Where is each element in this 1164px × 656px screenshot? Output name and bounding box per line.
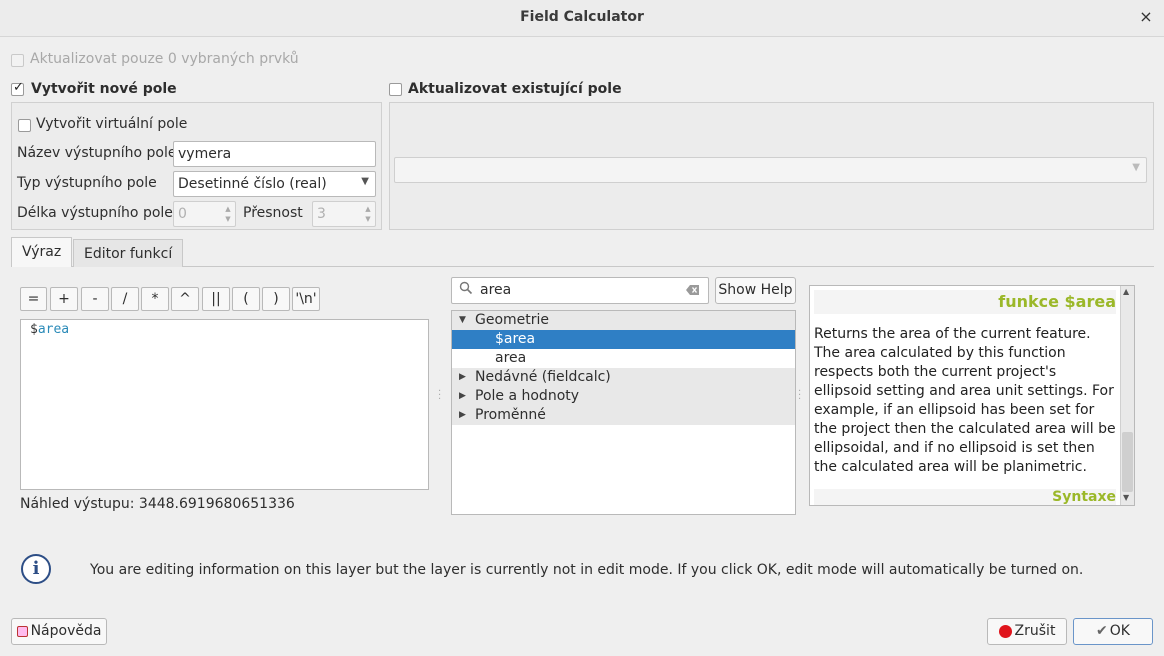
output-preview: Náhled výstupu: 3448.6919680651336 — [20, 496, 295, 512]
scroll-up-icon[interactable]: ▲ — [1123, 287, 1129, 296]
splitter-handle[interactable]: · · · — [798, 387, 801, 405]
operator-divide-button[interactable]: / — [111, 287, 139, 311]
spin-arrows-icon: ▲ ▼ — [365, 205, 371, 223]
tree-group-label: Nedávné (fieldcalc) — [475, 369, 611, 385]
info-icon: i — [21, 554, 51, 584]
output-length-label: Délka výstupního pole — [17, 205, 173, 221]
output-length-spinbox[interactable]: 0 ▲ ▼ — [173, 201, 236, 227]
help-syntax-label: Syntaxe — [1052, 489, 1116, 505]
scroll-down-icon[interactable]: ▼ — [1123, 493, 1129, 502]
virtual-field-checkbox[interactable] — [18, 119, 31, 132]
operator-concat-button[interactable]: || — [202, 287, 230, 311]
chevron-down-icon: ▼ — [361, 176, 369, 187]
operator-newline-button[interactable]: '\n' — [292, 287, 320, 311]
tree-group-geometry[interactable]: ▼ Geometrie — [452, 311, 795, 330]
help-book-icon — [16, 625, 28, 637]
tab-function-editor[interactable]: Editor funkcí — [73, 239, 184, 267]
tree-group-label: Geometrie — [475, 312, 550, 328]
operator-power-button[interactable]: ^ — [171, 287, 199, 311]
caret-right-icon: ▶ — [459, 372, 466, 382]
ok-button-label: OK — [1109, 623, 1130, 639]
create-new-field-checkbox[interactable]: ✓ — [11, 80, 24, 96]
checkmark-icon: ✓ — [13, 80, 24, 95]
existing-field-select[interactable]: ▼ — [394, 157, 1147, 183]
operator-open-paren-button[interactable]: ( — [232, 287, 260, 311]
operator-plus-button[interactable]: + — [50, 287, 78, 311]
caret-right-icon: ▶ — [459, 410, 466, 420]
update-existing-label: Aktualizovat existující pole — [408, 81, 622, 97]
tree-item-label: $area — [495, 331, 536, 347]
update-selected-checkbox[interactable] — [11, 54, 24, 67]
output-length-value: 0 — [178, 206, 187, 222]
precision-value: 3 — [317, 206, 326, 222]
operator-multiply-button[interactable]: * — [141, 287, 169, 311]
cancel-icon — [998, 624, 1012, 638]
help-title: funkce $area — [998, 292, 1116, 311]
caret-right-icon: ▶ — [459, 391, 466, 401]
function-search-input[interactable]: area — [451, 277, 709, 304]
splitter-handle[interactable]: · · · — [438, 387, 441, 405]
output-type-select[interactable]: Desetinné číslo (real) ▼ — [173, 171, 376, 197]
window-title: Field Calculator — [520, 9, 644, 25]
expression-prefix: $ — [30, 322, 38, 337]
virtual-field-label: Vytvořit virtuální pole — [36, 116, 188, 132]
tree-group-variables[interactable]: ▶ Proměnné — [452, 406, 795, 425]
help-button[interactable]: Nápověda — [11, 618, 107, 645]
output-type-label: Typ výstupního pole — [17, 175, 157, 191]
help-scrollbar[interactable]: ▲ ▼ — [1120, 286, 1134, 505]
create-new-field-label: Vytvořit nové pole — [31, 81, 177, 97]
cancel-button-label: Zrušit — [1014, 623, 1056, 639]
cancel-button[interactable]: Zrušit — [987, 618, 1067, 645]
tab-expression[interactable]: Výraz — [11, 237, 73, 267]
ok-button[interactable]: ✔ OK — [1073, 618, 1153, 645]
operator-minus-button[interactable]: - — [81, 287, 109, 311]
chevron-down-icon: ▼ — [1132, 162, 1140, 173]
tree-group-fields[interactable]: ▶ Pole a hodnoty — [452, 387, 795, 406]
operator-equals-button[interactable]: = — [20, 287, 47, 311]
clear-search-icon[interactable] — [686, 284, 700, 296]
expression-identifier: area — [37, 322, 70, 337]
output-name-label: Název výstupního pole — [17, 145, 177, 161]
output-name-input[interactable]: vymera — [173, 141, 376, 167]
tree-item[interactable]: area — [452, 349, 795, 368]
tree-group-label: Proměnné — [475, 407, 546, 423]
tree-group-recent[interactable]: ▶ Nedávné (fieldcalc) — [452, 368, 795, 387]
output-type-value: Desetinné číslo (real) — [178, 176, 327, 192]
tree-item-selected[interactable]: $area — [452, 330, 795, 349]
search-icon — [459, 281, 473, 295]
close-icon[interactable]: × — [1136, 7, 1156, 27]
tree-item-label: area — [495, 350, 527, 366]
ok-check-icon: ✔ — [1096, 623, 1108, 639]
update-selected-label: Aktualizovat pouze 0 vybraných prvků — [30, 51, 299, 67]
tree-group-label: Pole a hodnoty — [475, 388, 580, 404]
show-help-button[interactable]: Show Help — [715, 277, 796, 304]
search-value: area — [480, 282, 512, 298]
caret-down-icon: ▼ — [459, 315, 466, 325]
operator-close-paren-button[interactable]: ) — [262, 287, 290, 311]
expression-editor[interactable]: $area — [20, 319, 429, 490]
expression-code: $area — [30, 322, 69, 337]
spin-arrows-icon: ▲ ▼ — [225, 205, 231, 223]
update-existing-checkbox[interactable] — [389, 83, 402, 96]
precision-label: Přesnost — [243, 205, 303, 221]
help-body: Returns the area of the current feature.… — [814, 326, 1116, 475]
precision-spinbox[interactable]: 3 ▲ ▼ — [312, 201, 376, 227]
help-button-label: Nápověda — [30, 623, 102, 639]
scrollbar-thumb[interactable] — [1122, 432, 1133, 492]
info-message: You are editing information on this laye… — [90, 562, 1084, 578]
